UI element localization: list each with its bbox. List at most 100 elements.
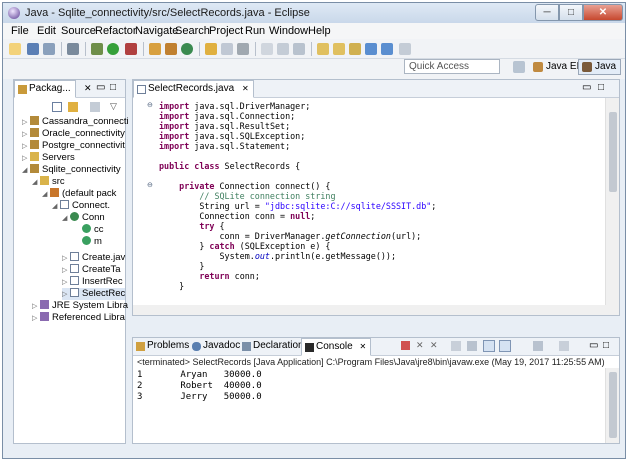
expand-arrow-icon[interactable]: ▷ — [32, 313, 40, 325]
pin-console-icon[interactable] — [533, 341, 543, 351]
menu-help[interactable]: Help — [308, 25, 331, 37]
minimize-button[interactable]: ─ — [535, 4, 559, 21]
show-on-error-icon[interactable] — [499, 340, 511, 352]
tab-package-explorer[interactable]: Packag... — [14, 80, 76, 98]
editor-vertical-scrollbar[interactable] — [605, 98, 619, 315]
tree-item[interactable]: ▷ Create.jav — [62, 252, 125, 264]
tab-javadoc[interactable]: Javadoc — [189, 338, 244, 356]
link-with-editor-icon[interactable] — [68, 102, 78, 112]
toggle-mark-icon[interactable] — [261, 43, 273, 55]
skip-breakpoints-icon[interactable] — [67, 43, 79, 55]
tree-item[interactable]: ▷ Oracle_connectivity — [22, 128, 125, 140]
close-button[interactable]: ✕ — [583, 4, 623, 21]
menu-project[interactable]: Project — [209, 25, 243, 37]
quick-access-input[interactable]: Quick Access — [404, 59, 500, 74]
tree-item[interactable]: ◢ Connect. — [52, 200, 110, 212]
terminate-icon[interactable] — [401, 341, 410, 350]
collapse-arrow-icon[interactable]: ◢ — [32, 177, 40, 189]
last-edit-icon[interactable] — [349, 43, 361, 55]
external-tools-icon[interactable] — [125, 43, 137, 55]
close-tab-icon[interactable]: ✕ — [242, 84, 249, 93]
menu-edit[interactable]: Edit — [37, 25, 56, 37]
collapse-arrow-icon[interactable]: ◢ — [62, 213, 70, 225]
menu-source[interactable]: Source — [61, 25, 96, 37]
maximize-view-icon[interactable]: □ — [110, 82, 116, 93]
new-class-icon[interactable] — [181, 43, 193, 55]
maximize-button[interactable]: □ — [559, 4, 583, 21]
open-perspective-icon[interactable] — [513, 61, 525, 73]
save-all-icon[interactable] — [43, 43, 55, 55]
tree-item[interactable]: ▷ Servers — [22, 152, 75, 164]
maximize-view-icon[interactable]: □ — [603, 340, 609, 351]
package-explorer-icon — [18, 85, 27, 94]
collapse-arrow-icon[interactable]: ◢ — [22, 165, 30, 177]
run-icon[interactable] — [107, 43, 119, 55]
remove-launch-icon[interactable]: ✕ — [416, 340, 424, 351]
debug-icon[interactable] — [91, 43, 103, 55]
console-icon — [305, 343, 314, 352]
fold-marker-icon[interactable]: ⊖ — [147, 101, 153, 109]
editor-horizontal-scrollbar[interactable] — [133, 305, 619, 315]
tree-item[interactable]: ▷ Cassandra_connecti — [22, 116, 129, 128]
maximize-view-icon[interactable]: □ — [598, 82, 604, 93]
tree-item[interactable]: ▷ InsertRec — [62, 276, 123, 288]
forward-icon[interactable] — [381, 43, 393, 55]
show-whitespace-icon[interactable] — [293, 43, 305, 55]
code-line: public class SelectRecords { — [159, 161, 301, 171]
tree-item[interactable]: m — [82, 236, 102, 248]
menu-file[interactable]: File — [11, 25, 29, 37]
next-annotation-icon[interactable] — [317, 43, 329, 55]
minimize-view-icon[interactable]: ▭ — [589, 340, 598, 351]
menu-run[interactable]: Run — [245, 25, 265, 37]
menu-navigate[interactable]: Navigate — [135, 25, 178, 37]
tree-item[interactable]: ▷ JRE System Libra — [32, 300, 128, 312]
tree-item[interactable]: ▷ Referenced Libra — [32, 312, 125, 324]
toggle-block-icon[interactable] — [277, 43, 289, 55]
tree-item[interactable]: ◢ src — [32, 176, 65, 188]
close-icon[interactable]: ✕ — [84, 83, 92, 94]
open-task-icon[interactable] — [221, 43, 233, 55]
search-icon[interactable] — [237, 43, 249, 55]
tab-declaration[interactable]: Declaration — [239, 338, 308, 356]
scrollbar-thumb[interactable] — [609, 372, 617, 438]
tab-console[interactable]: Console ✕ — [301, 338, 372, 356]
open-console-icon[interactable] — [559, 341, 569, 351]
clear-console-icon[interactable] — [451, 341, 461, 351]
open-type-icon[interactable] — [205, 43, 217, 55]
tree-item[interactable]: ◢ Conn — [62, 212, 105, 224]
collapse-all-icon[interactable] — [52, 102, 62, 112]
menu-search[interactable]: Search — [175, 25, 210, 37]
remove-all-launches-icon[interactable]: ✕ — [430, 340, 438, 351]
previous-annotation-icon[interactable] — [333, 43, 345, 55]
collapse-arrow-icon[interactable]: ◢ — [52, 201, 60, 213]
focus-icon[interactable] — [90, 102, 100, 112]
minimize-view-icon[interactable]: ▭ — [96, 82, 105, 93]
back-icon[interactable] — [365, 43, 377, 55]
save-icon[interactable] — [27, 43, 39, 55]
scroll-lock-icon[interactable] — [467, 341, 477, 351]
scrollbar-thumb[interactable] — [609, 112, 617, 192]
tab-selectrecords-java[interactable]: SelectRecords.java ✕ — [133, 80, 254, 98]
perspective-java[interactable]: Java — [578, 59, 622, 75]
tree-item[interactable]: ▷ Postgre_connectivit — [22, 140, 125, 152]
tree-item-selected[interactable]: ▷ SelectRec — [62, 288, 126, 300]
tab-problems[interactable]: Problems — [133, 338, 193, 356]
view-menu-icon[interactable]: ▽ — [110, 101, 117, 112]
menu-window[interactable]: Window — [269, 25, 308, 37]
show-on-output-icon[interactable] — [483, 340, 495, 352]
close-tab-icon[interactable]: ✕ — [359, 342, 366, 351]
pin-editor-icon[interactable] — [399, 43, 411, 55]
collapse-arrow-icon[interactable]: ◢ — [42, 189, 50, 201]
tree-item[interactable]: ◢ (default pack — [42, 188, 116, 200]
code-area[interactable]: ⊖ import java.sql.DriverManager; import … — [133, 98, 605, 315]
console-vertical-scrollbar[interactable] — [605, 368, 619, 443]
new-package-icon[interactable] — [165, 43, 177, 55]
fold-marker-icon[interactable]: ⊖ — [147, 181, 153, 189]
tree-item[interactable]: cc — [82, 224, 104, 236]
new-java-project-icon[interactable] — [149, 43, 161, 55]
new-icon[interactable] — [9, 43, 21, 55]
tree-item[interactable]: ▷ CreateTa — [62, 264, 121, 276]
menu-refactor[interactable]: Refactor — [95, 25, 137, 37]
tree-item[interactable]: ◢ Sqlite_connectivity — [22, 164, 121, 176]
minimize-view-icon[interactable]: ▭ — [582, 82, 591, 93]
